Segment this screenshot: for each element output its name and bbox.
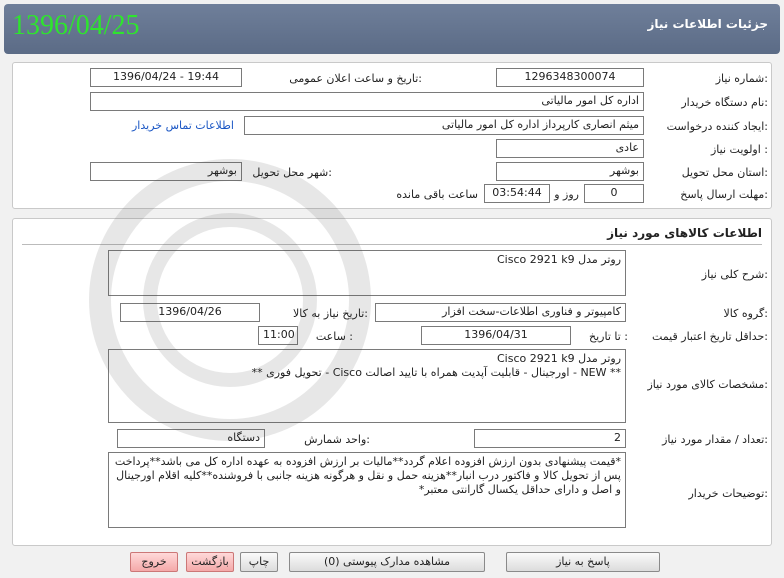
need-date-label: تاریخ نیاز به کالا: <box>293 307 368 320</box>
unit-label: واحد شمارش: <box>304 433 370 446</box>
attachments-button[interactable]: مشاهده مدارک پیوستی (0) <box>289 552 485 572</box>
price-validity-label: حداقل تاریخ اعتبار قیمت: <box>652 330 768 343</box>
requester-label: ایجاد کننده درخواست: <box>666 120 768 133</box>
province-label: استان محل تحویل: <box>681 166 768 179</box>
requester-field[interactable]: میثم انصاری کارپرداز اداره کل امور مالیا… <box>244 116 644 135</box>
specs-line-2: ** NEW - اورجینال - قابلیت آپدیت همراه ب… <box>251 366 621 379</box>
goods-section-title: اطلاعات کالاهای مورد نیاز <box>607 226 762 240</box>
description-label: شرح کلی نیاز: <box>701 268 768 281</box>
announce-datetime-label: تاریخ و ساعت اعلان عمومی: <box>289 72 422 85</box>
priority-label: اولویت نیاز : <box>710 143 768 156</box>
need-date-field[interactable]: 1396/04/26 <box>120 303 260 322</box>
goods-group-field[interactable]: کامپیوتر و فناوری اطلاعات-سخت افزار <box>375 303 626 322</box>
specs-line-1: روتر مدل Cisco 2921 k9 <box>496 352 621 365</box>
unit-field[interactable]: دستگاه <box>117 429 265 448</box>
validity-time-field[interactable]: 11:00 <box>258 326 298 345</box>
buyer-org-label: نام دستگاه خریدار: <box>681 96 768 109</box>
description-field[interactable]: روتر مدل Cisco 2921 k9 <box>108 250 626 296</box>
announce-datetime-field[interactable]: 1396/04/24 - 19:44 <box>90 68 242 87</box>
time-left-field[interactable]: 03:54:44 <box>484 184 550 203</box>
buyer-org-field[interactable]: اداره کل امور مالیاتی <box>90 92 644 111</box>
section-divider <box>22 244 762 245</box>
need-number-label: شماره نیاز: <box>715 72 768 85</box>
page-title: جزئیات اطلاعات نیاز <box>647 17 768 31</box>
validity-date-field[interactable]: 1396/04/31 <box>421 326 571 345</box>
need-number-field[interactable]: 1296348300074 <box>496 68 644 87</box>
time-left-label: ساعت باقی مانده <box>396 188 478 201</box>
until-date-label: تا تاریخ : <box>589 330 628 343</box>
city-label: شهر محل تحویل: <box>252 166 332 179</box>
goods-group-label: گروه کالا: <box>723 307 768 320</box>
days-field[interactable]: 0 <box>584 184 644 203</box>
specs-field[interactable]: روتر مدل Cisco 2921 k9 ** NEW - اورجینال… <box>108 349 626 423</box>
specs-label: مشخصات کالای مورد نیاز: <box>647 378 768 391</box>
buyer-notes-field[interactable]: *قیمت پیشنهادی بدون ارزش افزوده اعلام گر… <box>108 452 626 528</box>
priority-field[interactable]: عادی <box>496 139 644 158</box>
deadline-label: مهلت ارسال پاسخ: <box>680 188 768 201</box>
buyer-notes-label: توضیحات خریدار: <box>688 487 769 500</box>
exit-button[interactable]: خروج <box>130 552 178 572</box>
respond-button[interactable]: پاسخ به نیاز <box>506 552 660 572</box>
days-word: روز و <box>554 188 579 201</box>
quantity-label: تعداد / مقدار مورد نیاز: <box>662 433 768 446</box>
page-header: جزئیات اطلاعات نیاز 1396/04/25 <box>4 4 780 54</box>
print-button[interactable]: چاپ <box>240 552 278 572</box>
back-button[interactable]: بازگشت <box>186 552 234 572</box>
header-date: 1396/04/25 <box>12 10 140 41</box>
buyer-contact-link[interactable]: اطلاعات تماس خریدار <box>132 119 234 132</box>
province-field[interactable]: بوشهر <box>496 162 644 181</box>
quantity-field[interactable]: 2 <box>474 429 626 448</box>
city-field[interactable]: بوشهر <box>90 162 242 181</box>
validity-time-label: ساعت : <box>315 330 353 343</box>
